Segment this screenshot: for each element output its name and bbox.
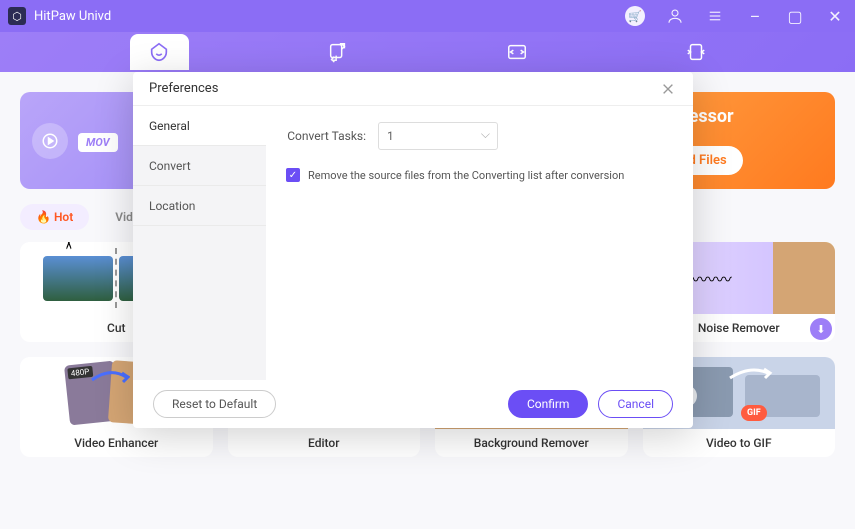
filter-hot[interactable]: 🔥 Hot [20,204,89,230]
tab-edit[interactable] [666,34,725,70]
reset-button[interactable]: Reset to Default [153,390,276,418]
tab-transfer[interactable] [488,34,547,70]
main-content: MOV mpressor Add Files 🔥 Hot Video ✂ Cut… [0,72,855,529]
prefs-tab-convert[interactable]: Convert [133,146,266,186]
play-icon [32,123,68,159]
card-gif-label: Video to GIF [643,429,836,457]
confirm-button[interactable]: Confirm [508,390,589,418]
window-close[interactable]: ✕ [823,4,847,28]
tab-convert[interactable] [309,34,368,70]
modal-footer: Reset to Default Confirm Cancel [133,380,693,428]
prefs-content: Convert Tasks: 1 ✓ Remove the source fil… [266,106,693,380]
remove-source-label: Remove the source files from the Convert… [308,169,624,182]
account-icon[interactable] [663,4,687,28]
cart-icon[interactable]: 🛒 [623,4,647,28]
convert-tasks-label: Convert Tasks: [286,129,366,143]
card-editor-label: Editor [228,429,421,457]
header-tabs [0,32,855,72]
prefs-tab-general[interactable]: General [133,106,266,146]
window-maximize[interactable]: ▢ [783,4,807,28]
window-minimize[interactable]: – [743,4,767,28]
convert-tasks-select[interactable]: 1 [378,122,498,150]
close-icon[interactable] [661,81,677,97]
scissors-icon: ✂ [59,242,78,250]
remove-source-checkbox[interactable]: ✓ [286,168,300,182]
tab-home[interactable] [130,34,189,70]
app-logo-icon: ⬡ [8,7,26,25]
card-enhancer-label: Video Enhancer [20,429,213,457]
menu-icon[interactable] [703,4,727,28]
modal-header: Preferences [133,72,693,106]
gif-badge: GIF [741,405,767,421]
mov-badge: MOV [78,133,118,152]
titlebar: ⬡ HitPaw Univd 🛒 – ▢ ✕ [0,0,855,32]
remove-source-row: ✓ Remove the source files from the Conve… [286,168,673,182]
card-bg-label: Background Remover [435,429,628,457]
preferences-modal: Preferences General Convert Location Con… [133,72,693,428]
cancel-button[interactable]: Cancel [598,390,673,418]
filter-hot-label: Hot [54,210,73,224]
prefs-tab-location[interactable]: Location [133,186,266,226]
app-title: HitPaw Univd [34,9,111,24]
download-icon[interactable]: ⬇ [810,318,832,340]
modal-title: Preferences [149,81,218,96]
prefs-sidebar: General Convert Location [133,106,266,380]
convert-tasks-row: Convert Tasks: 1 [286,122,673,150]
modal-body: General Convert Location Convert Tasks: … [133,106,693,380]
